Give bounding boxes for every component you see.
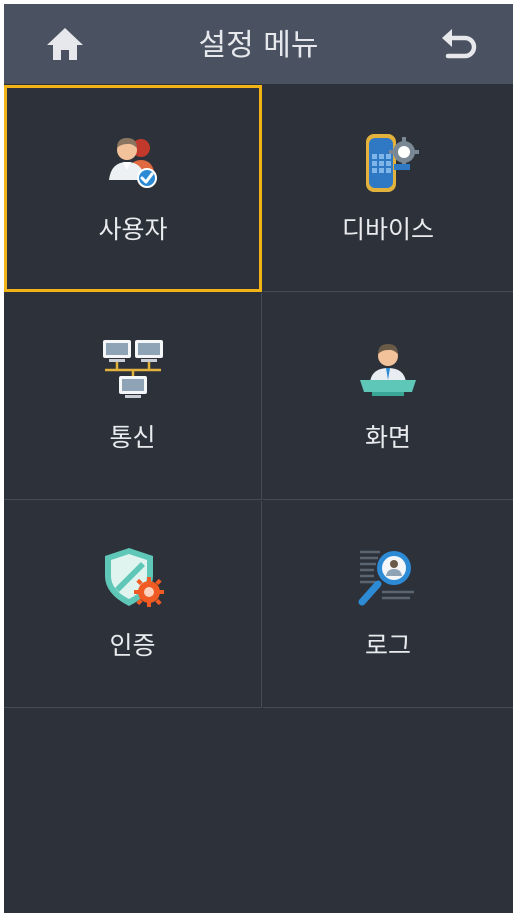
header-bar: 설정 메뉴: [4, 4, 513, 84]
menu-item-display[interactable]: 화면: [263, 293, 513, 500]
menu-item-label: 인증: [109, 631, 156, 660]
menu-item-network[interactable]: 통신: [4, 293, 262, 500]
menu-item-device[interactable]: 디바이스: [263, 85, 513, 292]
menu-item-label: 로그: [364, 631, 411, 660]
display-icon: [360, 344, 416, 396]
user-management-icon: [109, 138, 157, 188]
log-search-icon: [358, 550, 414, 606]
menu-item-label: 통신: [109, 423, 156, 452]
menu-item-user[interactable]: 사용자: [4, 85, 262, 292]
back-button[interactable]: [438, 26, 480, 66]
empty-area: [4, 709, 513, 913]
back-arrow-icon: [442, 29, 477, 59]
settings-menu-grid: 사용자 디바이스 통신 화면 인증 로그: [4, 85, 513, 708]
authentication-shield-icon: [104, 548, 164, 607]
menu-item-log[interactable]: 로그: [263, 501, 513, 708]
network-icon: [102, 340, 163, 398]
menu-item-authentication[interactable]: 인증: [4, 501, 262, 708]
page-title: 설정 메뉴: [198, 28, 319, 63]
menu-item-label: 디바이스: [341, 215, 434, 244]
settings-screen: 설정 메뉴 사용자 디바이스 통신 화면 인증 로그: [4, 4, 513, 913]
menu-item-label: 화면: [364, 423, 411, 452]
menu-item-label: 사용자: [98, 215, 168, 244]
device-settings-icon: [366, 134, 419, 192]
